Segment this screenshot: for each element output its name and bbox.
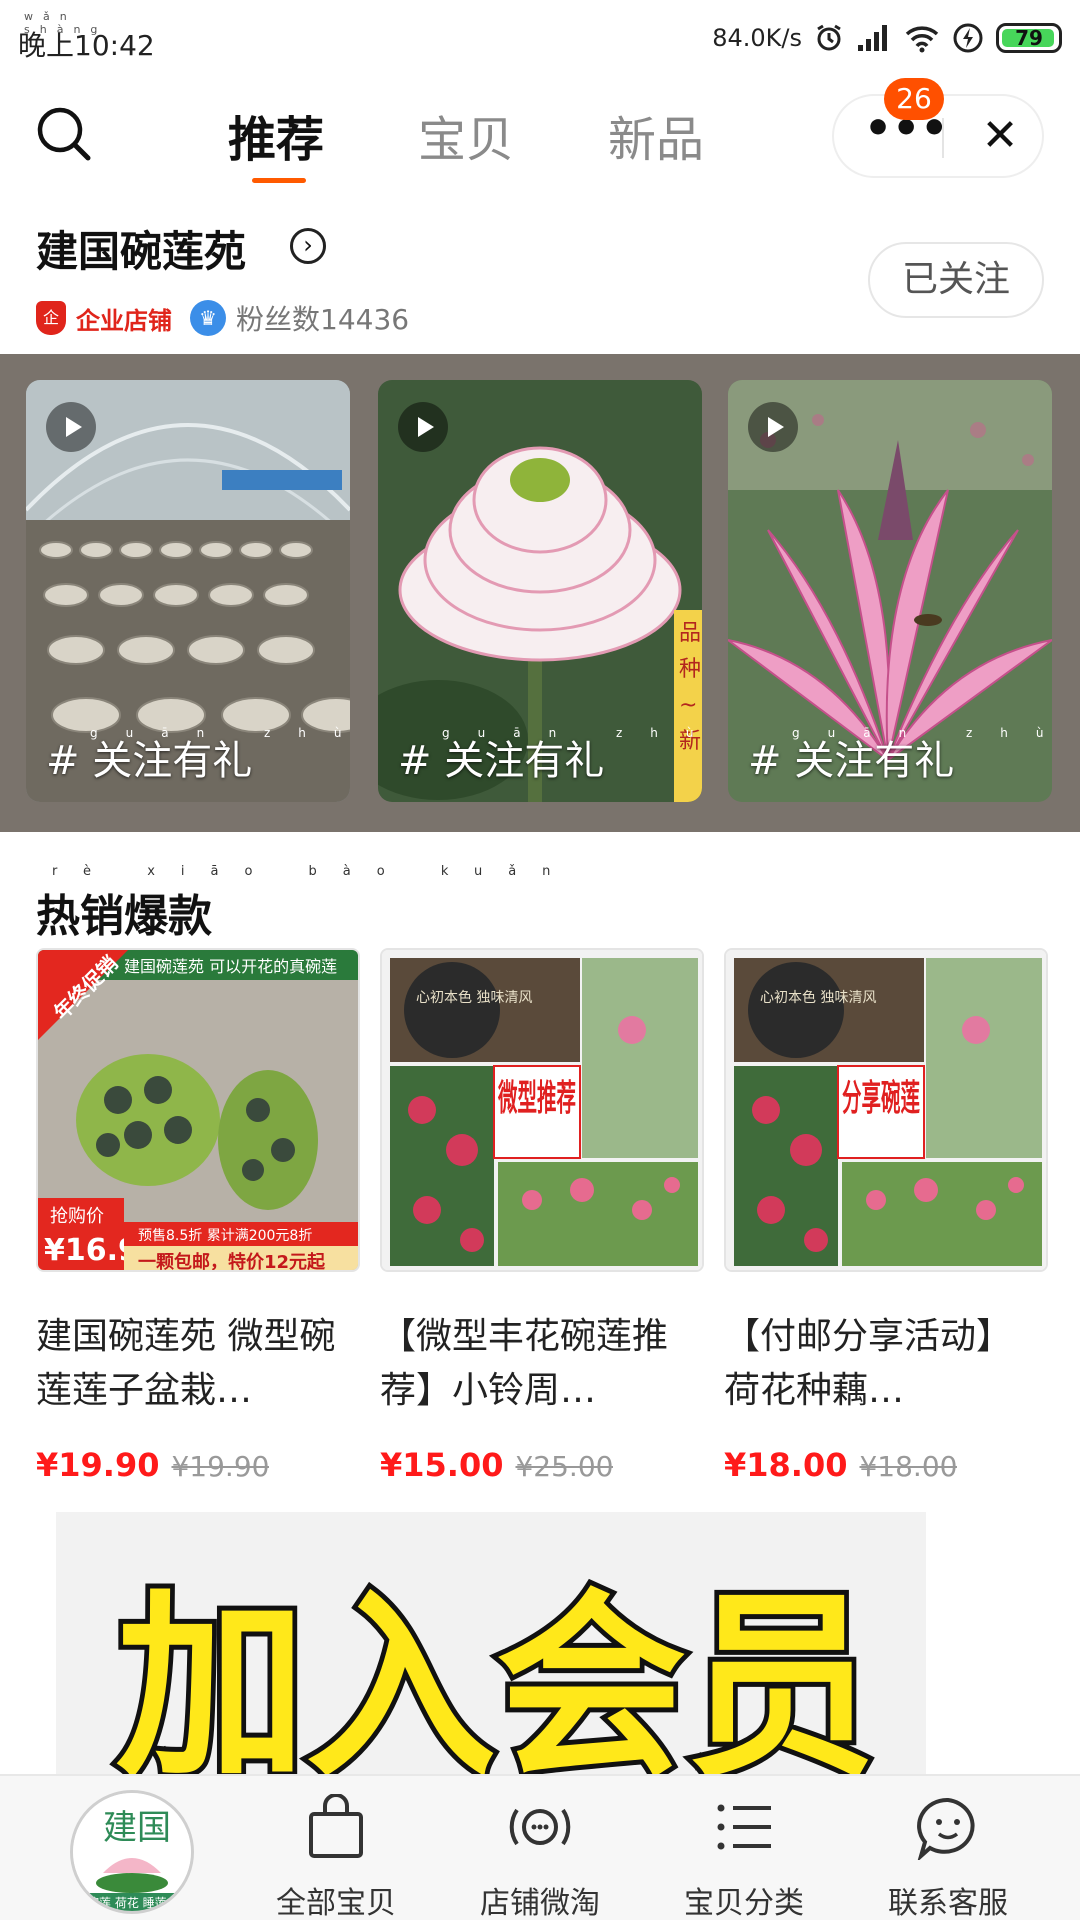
play-icon[interactable] (46, 402, 96, 452)
charging-icon (953, 23, 983, 53)
enterprise-shield-icon: 企 (36, 301, 66, 335)
more-menu-button[interactable]: ••• (864, 107, 948, 158)
bag-icon (309, 1793, 363, 1858)
status-icons: 84.0K/s 79 (712, 18, 1062, 58)
shop-logo-text: 建国 (103, 1808, 171, 1848)
capsule-divider (942, 118, 944, 158)
video-strip: guān zhù yǒu lǐ # 关注有礼 品 种 ~ 新 guān zhù … (0, 354, 1080, 832)
price-original: ¥19.90 (171, 1450, 270, 1483)
chevron-right-icon[interactable]: › (290, 228, 326, 264)
alarm-icon (817, 24, 841, 51)
product-image-text: 微型推荐 (497, 1078, 576, 1119)
section-title: 热销爆款 (36, 891, 212, 942)
video-tag: # 关注有礼 (748, 738, 955, 784)
product-image-text: 分享碗莲 (842, 1078, 920, 1119)
product-image-top-text: 建国碗莲苑 可以开花的真碗莲 (124, 957, 337, 976)
price-original: ¥18.00 (859, 1450, 958, 1483)
price-original: ¥25.00 (515, 1450, 614, 1483)
banner-text: 加入会员 (116, 1572, 876, 1774)
tab-categories[interactable]: 宝贝分类 (644, 1794, 844, 1922)
list-icon (717, 1804, 771, 1850)
tab-label: 宝贝分类 (684, 1886, 804, 1921)
product-image[interactable]: 建国碗莲苑 可以开花的真碗莲 年终促销 抢购价 ¥16.91 预售8.5折 累计… (36, 948, 360, 1272)
product-image-price-label: 抢购价 (50, 1206, 104, 1227)
video-tag: # 关注有礼 (398, 738, 605, 784)
section-title-pinyin: rè xiāo bào kuǎn (52, 864, 577, 879)
product-title[interactable]: 建国碗莲苑 微型碗莲莲子盆栽… (36, 1310, 356, 1418)
product-card[interactable]: 心初本色 独味清风 微型推荐 【微型丰花碗莲推荐】小铃周… ¥15.00 ¥25.… (380, 948, 706, 1484)
member-banner[interactable]: 加入会员 (56, 1512, 926, 1774)
tab-shop-feed[interactable]: 店铺微淘 (440, 1794, 640, 1922)
tab-recommend[interactable]: 推荐 (228, 100, 324, 170)
shop-name[interactable]: 建国碗莲苑 (36, 218, 246, 279)
status-time: wǎn shàng 晚上10:42 (18, 10, 155, 62)
tab-active-indicator (252, 178, 306, 183)
product-title[interactable]: 【付邮分享活动】荷花种藕… (724, 1310, 1044, 1418)
price-current: ¥18.00 (724, 1446, 848, 1484)
notification-badge: 26 (884, 78, 944, 120)
price-current: ¥15.00 (380, 1446, 504, 1484)
product-image-promo: 预售8.5折 累计满200元8折 (138, 1228, 312, 1244)
shop-logo-subtitle: 碗莲 荷花 睡莲 (87, 1895, 167, 1910)
tab-products[interactable]: 宝贝 (418, 100, 514, 170)
product-title[interactable]: 【微型丰花碗莲推荐】小铃周… (380, 1310, 700, 1418)
video-card[interactable]: guān zhù yǒu lǐ # 关注有礼 (26, 380, 350, 802)
svg-text:种: 种 (679, 657, 701, 682)
fans-count: 粉丝数14436 (236, 303, 410, 336)
video-card[interactable]: 品 种 ~ 新 guān zhù yǒu lǐ # 关注有礼 (378, 380, 702, 802)
price-current: ¥19.90 (36, 1446, 160, 1484)
tab-all-products[interactable]: 全部宝贝 (236, 1793, 436, 1922)
follow-button[interactable]: 已关注 (868, 242, 1044, 318)
status-time-pinyin: wǎn shàng (24, 10, 108, 36)
product-card[interactable]: 心初本色 独味清风 分享碗莲 【付邮分享活动】荷花种藕… ¥18.00 ¥18.0… (724, 948, 1050, 1484)
product-image-bottom: 一颗包邮，特价12元起 (138, 1251, 326, 1272)
battery-level: 79 (1015, 26, 1043, 50)
product-image[interactable]: 心初本色 独味清风 微型推荐 (380, 948, 704, 1272)
svg-text:品: 品 (679, 621, 701, 646)
wifi-icon (905, 26, 939, 53)
product-image-sign: 心初本色 独味清风 (760, 989, 876, 1006)
product-price: ¥18.00 ¥18.00 (724, 1446, 957, 1490)
battery-icon: 79 (996, 23, 1062, 53)
product-image-sign: 心初本色 独味清风 (416, 989, 532, 1006)
tab-new[interactable]: 新品 (608, 100, 704, 170)
tab-label: 联系客服 (888, 1886, 1008, 1921)
chat-face-icon (917, 1797, 975, 1863)
broadcast-icon (509, 1808, 571, 1846)
shop-logo[interactable]: 建国 碗莲 荷花 睡莲 (70, 1790, 194, 1914)
video-tag: # 关注有礼 (46, 738, 253, 784)
product-image[interactable]: 心初本色 独味清风 分享碗莲 (724, 948, 1048, 1272)
product-card[interactable]: 建国碗莲苑 可以开花的真碗莲 年终促销 抢购价 ¥16.91 预售8.5折 累计… (36, 948, 362, 1484)
search-icon[interactable] (34, 104, 94, 164)
tab-customer-service[interactable]: 联系客服 (848, 1794, 1048, 1922)
product-price: ¥19.90 ¥19.90 (36, 1446, 269, 1490)
signal-icon (858, 25, 887, 51)
play-icon[interactable] (748, 402, 798, 452)
crown-icon: ♛ (190, 300, 226, 336)
enterprise-label: 企业店铺 (76, 306, 172, 335)
close-button[interactable]: ✕ (972, 108, 1028, 164)
video-card[interactable]: guān zhù yǒu lǐ # 关注有礼 (728, 380, 1052, 802)
net-speed: 84.0K/s (712, 24, 802, 52)
bottom-tab-bar: 建国 碗莲 荷花 睡莲 全部宝贝 店铺微淘 宝贝分类 联系客服 (0, 1774, 1080, 1922)
svg-text:~: ~ (679, 693, 697, 718)
play-icon[interactable] (398, 402, 448, 452)
tab-label: 全部宝贝 (276, 1886, 396, 1921)
product-price: ¥15.00 ¥25.00 (380, 1446, 613, 1490)
tab-label: 店铺微淘 (480, 1886, 600, 1921)
status-bar: wǎn shàng 晚上10:42 84.0K/s 79 (0, 0, 1080, 80)
shop-meta: 企 企业店铺 ♛ 粉丝数14436 (36, 298, 409, 338)
